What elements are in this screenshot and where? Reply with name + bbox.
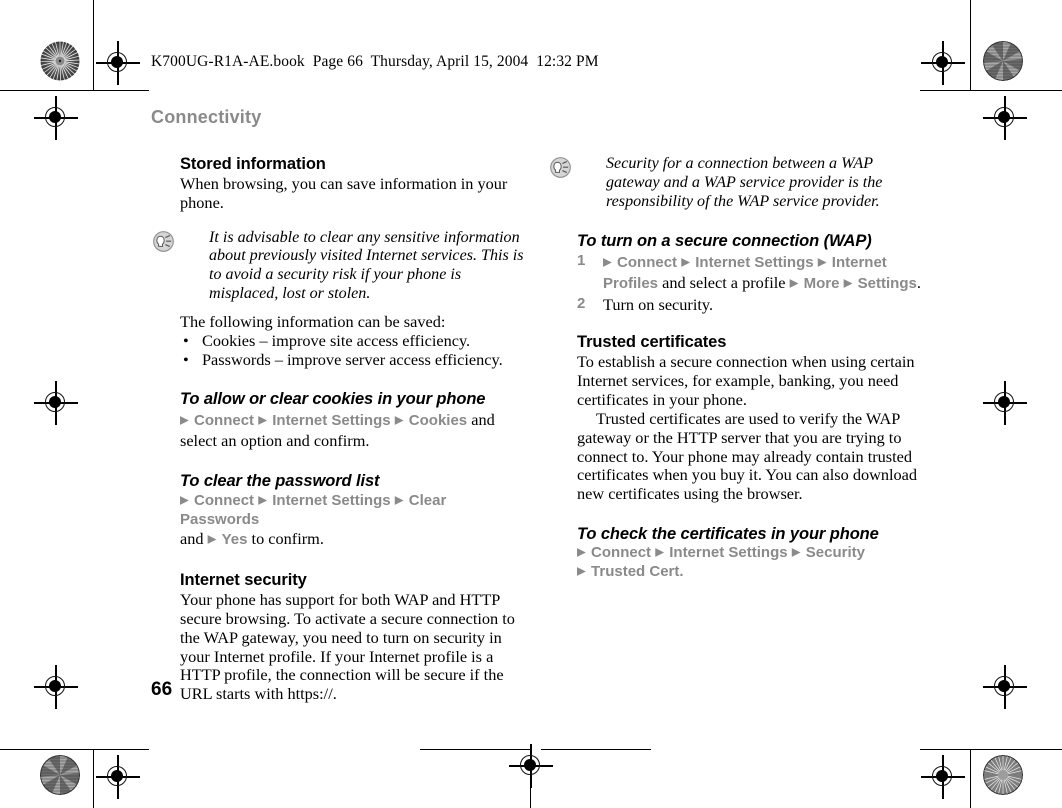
step-body: ▶ Connect ▶ Internet Settings ▶ Internet… (603, 252, 921, 292)
arrow-icon: ▶ (207, 533, 218, 546)
heading-internet-security: Internet security (180, 571, 307, 590)
heading-check-certificates: To check the certificates in your phone (577, 524, 879, 543)
heading-allow-clear-cookies: To allow or clear cookies in your phone (180, 390, 486, 409)
step-item: 2 Turn on security. (577, 295, 922, 315)
tip-note-text: Security for a connection between a WAP … (606, 155, 883, 210)
step-number: 1 (577, 251, 586, 269)
bullet-glyph: • (183, 349, 189, 369)
menu-path-item[interactable]: Trusted Cert. (591, 563, 684, 580)
paragraph-stored-information: When browsing, you can save information … (180, 174, 508, 212)
heading-clear-password-list: To clear the password list (180, 472, 380, 491)
menu-path-allow-clear-cookies: ▶ Connect ▶ Internet Settings ▶ Cookies … (180, 410, 525, 452)
page-number: 66 (151, 679, 173, 700)
menu-path-item[interactable]: Internet Settings (272, 412, 390, 429)
menu-path-conjunction: and (180, 529, 208, 549)
arrow-icon: ▶ (655, 546, 666, 559)
saved-info-list: • Cookies – improve site access efficien… (180, 330, 525, 370)
heading-stored-information: Stored information (180, 155, 326, 173)
menu-path-item[interactable]: Security (806, 544, 865, 561)
tip-note-wap-security: Security for a connection between a WAP … (550, 155, 922, 211)
arrow-icon: ▶ (681, 256, 692, 269)
menu-path-check-certificates: ▶ Connect ▶ Internet Settings ▶ Security… (577, 544, 922, 582)
menu-path-item[interactable]: Connect (591, 544, 651, 561)
manual-page: Connectivity 66 Stored information When … (0, 0, 1062, 808)
arrow-icon: ▶ (843, 277, 854, 290)
paragraph-internet-security: Your phone has support for both WAP and … (180, 590, 515, 704)
arrow-icon: ▶ (180, 414, 190, 427)
arrow-icon: ▶ (791, 546, 802, 559)
step-body: Turn on security. (603, 295, 714, 315)
list-item-label: Passwords – improve server access effici… (202, 349, 503, 369)
menu-path-item[interactable]: More (804, 275, 840, 292)
arrow-icon: ▶ (817, 256, 828, 269)
step-number: 2 (577, 295, 586, 313)
menu-path-item[interactable]: Connect (194, 492, 254, 509)
menu-path-trailing-text: to confirm. (247, 529, 324, 549)
tip-bulb-icon (153, 230, 174, 252)
chapter-title: Connectivity (151, 107, 262, 127)
step-trailing-text: . (916, 272, 921, 292)
arrow-icon: ▶ (789, 277, 800, 290)
step-middle-text: and select a profile (658, 272, 790, 292)
menu-path-clear-password-list: ▶ Connect ▶ Internet Settings ▶ Clear Pa… (180, 492, 525, 550)
steps-turn-on-secure-connection: 1 ▶ Connect ▶ Internet Settings ▶ Intern… (577, 252, 922, 316)
list-item: • Passwords – improve server access effi… (180, 349, 525, 370)
tip-note-text: It is advisable to clear any sensitive i… (209, 228, 524, 303)
right-column: Security for a connection between a WAP … (550, 155, 922, 582)
menu-path-item[interactable]: Yes (222, 531, 248, 548)
menu-path-item[interactable]: Settings (858, 275, 917, 292)
tip-bulb-icon (550, 157, 571, 178)
left-column: Stored information When browsing, you ca… (153, 155, 525, 704)
arrow-icon: ▶ (258, 494, 269, 507)
heading-turn-on-secure-connection: To turn on a secure connection (WAP) (577, 232, 872, 251)
menu-path-item[interactable]: Internet Settings (669, 544, 787, 561)
list-item: • Cookies – improve site access efficien… (180, 330, 525, 351)
menu-path-item[interactable]: Connect (617, 254, 677, 271)
menu-path-item[interactable]: Cookies (409, 412, 467, 429)
list-item-label: Cookies – improve site access efficiency… (202, 330, 471, 350)
tip-note-stored-information: It is advisable to clear any sensitive i… (153, 228, 525, 304)
arrow-icon: ▶ (577, 546, 587, 559)
heading-trusted-certificates: Trusted certificates (577, 333, 727, 352)
paragraph-trusted-certificates-2: Trusted certificates are used to verify … (577, 408, 918, 504)
arrow-icon: ▶ (394, 414, 405, 427)
menu-path-item[interactable]: Connect (194, 412, 254, 429)
saved-info-lead-in: The following information can be saved: (180, 311, 446, 331)
arrow-icon: ▶ (258, 414, 269, 427)
arrow-icon: ▶ (394, 494, 405, 507)
menu-path-item[interactable]: Internet Settings (272, 492, 390, 509)
bullet-glyph: • (183, 330, 189, 350)
paragraph-trusted-certificates-1: To establish a secure connection when us… (577, 352, 915, 410)
step-item: 1 ▶ Connect ▶ Internet Settings ▶ Intern… (577, 252, 922, 294)
arrow-icon: ▶ (180, 494, 190, 507)
menu-path-step-1: ▶ Connect ▶ Internet Settings ▶ Internet… (603, 254, 921, 292)
arrow-icon: ▶ (603, 256, 613, 269)
arrow-icon: ▶ (577, 565, 587, 578)
menu-path-item[interactable]: Internet Settings (695, 254, 813, 271)
